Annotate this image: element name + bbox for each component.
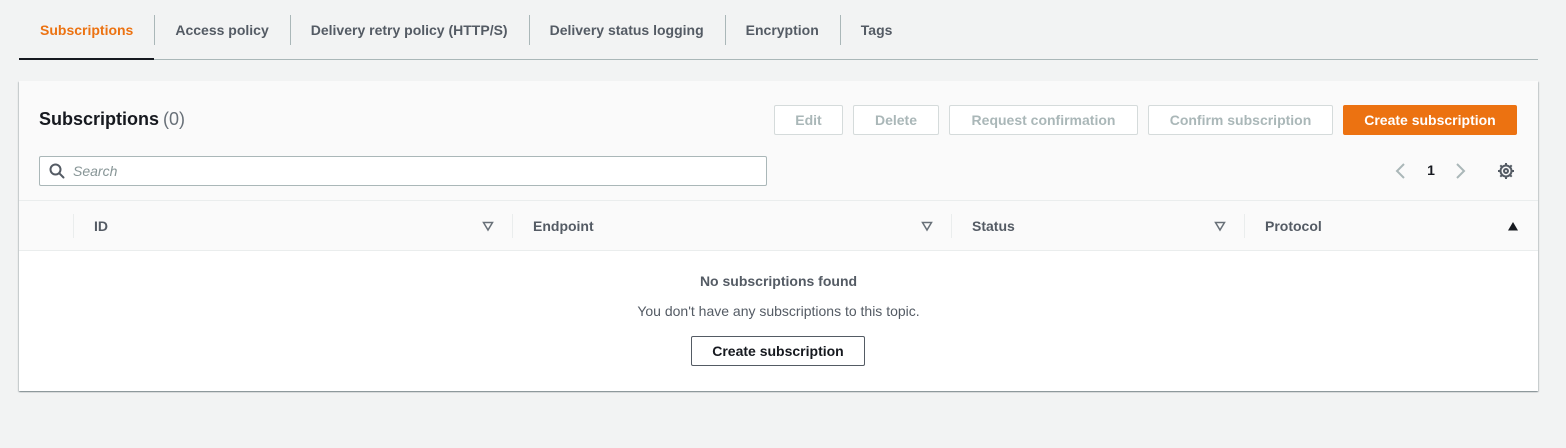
empty-state-create-subscription-button[interactable]: Create subscription xyxy=(691,336,865,366)
tab-delivery-retry-policy[interactable]: Delivery retry policy (HTTP/S) xyxy=(289,0,529,59)
gear-icon[interactable] xyxy=(1497,162,1515,180)
tab-delivery-status-logging[interactable]: Delivery status logging xyxy=(528,0,725,59)
empty-state-title: No subscriptions found xyxy=(699,273,858,289)
sort-up-icon[interactable] xyxy=(1507,220,1519,232)
current-page-number[interactable]: 1 xyxy=(1424,162,1438,178)
chevron-left-icon[interactable] xyxy=(1394,162,1408,180)
subscriptions-panel: Subscriptions (0) Edit Delete Request con… xyxy=(19,81,1538,391)
tab-tags[interactable]: Tags xyxy=(839,0,914,59)
column-divider xyxy=(1244,214,1245,238)
confirm-subscription-button[interactable]: Confirm subscription xyxy=(1148,105,1333,135)
edit-button[interactable]: Edit xyxy=(774,105,843,135)
column-header-status[interactable]: Status xyxy=(972,201,1015,251)
panel-title-text: Subscriptions xyxy=(39,109,160,129)
column-divider xyxy=(512,214,513,238)
panel-header: Subscriptions (0) Edit Delete Request con… xyxy=(19,81,1538,201)
column-divider xyxy=(951,214,952,238)
tab-encryption[interactable]: Encryption xyxy=(724,0,840,59)
create-subscription-button[interactable]: Create subscription xyxy=(1343,105,1517,135)
column-header-id[interactable]: ID xyxy=(94,201,108,251)
sort-down-icon[interactable] xyxy=(921,220,933,232)
sort-down-icon[interactable] xyxy=(1214,220,1226,232)
tab-access-policy[interactable]: Access policy xyxy=(154,0,289,59)
subscription-count: (0) xyxy=(163,109,186,129)
request-confirmation-button[interactable]: Request confirmation xyxy=(949,105,1138,135)
chevron-right-icon[interactable] xyxy=(1453,162,1467,180)
tab-bar: Subscriptions Access policy Delivery ret… xyxy=(19,0,1538,60)
search-field[interactable] xyxy=(39,156,767,186)
column-header-protocol[interactable]: Protocol xyxy=(1265,201,1322,251)
column-divider xyxy=(73,214,74,238)
table-header: ID Endpoint Status Protocol xyxy=(19,201,1538,251)
empty-state-description: You don't have any subscriptions to this… xyxy=(637,303,920,319)
sort-down-icon[interactable] xyxy=(482,220,494,232)
panel-title: Subscriptions (0) xyxy=(39,109,185,130)
tab-subscriptions[interactable]: Subscriptions xyxy=(19,0,155,60)
search-input[interactable] xyxy=(73,157,753,185)
delete-button[interactable]: Delete xyxy=(853,105,939,135)
column-header-endpoint[interactable]: Endpoint xyxy=(533,201,594,251)
search-icon xyxy=(49,163,65,179)
